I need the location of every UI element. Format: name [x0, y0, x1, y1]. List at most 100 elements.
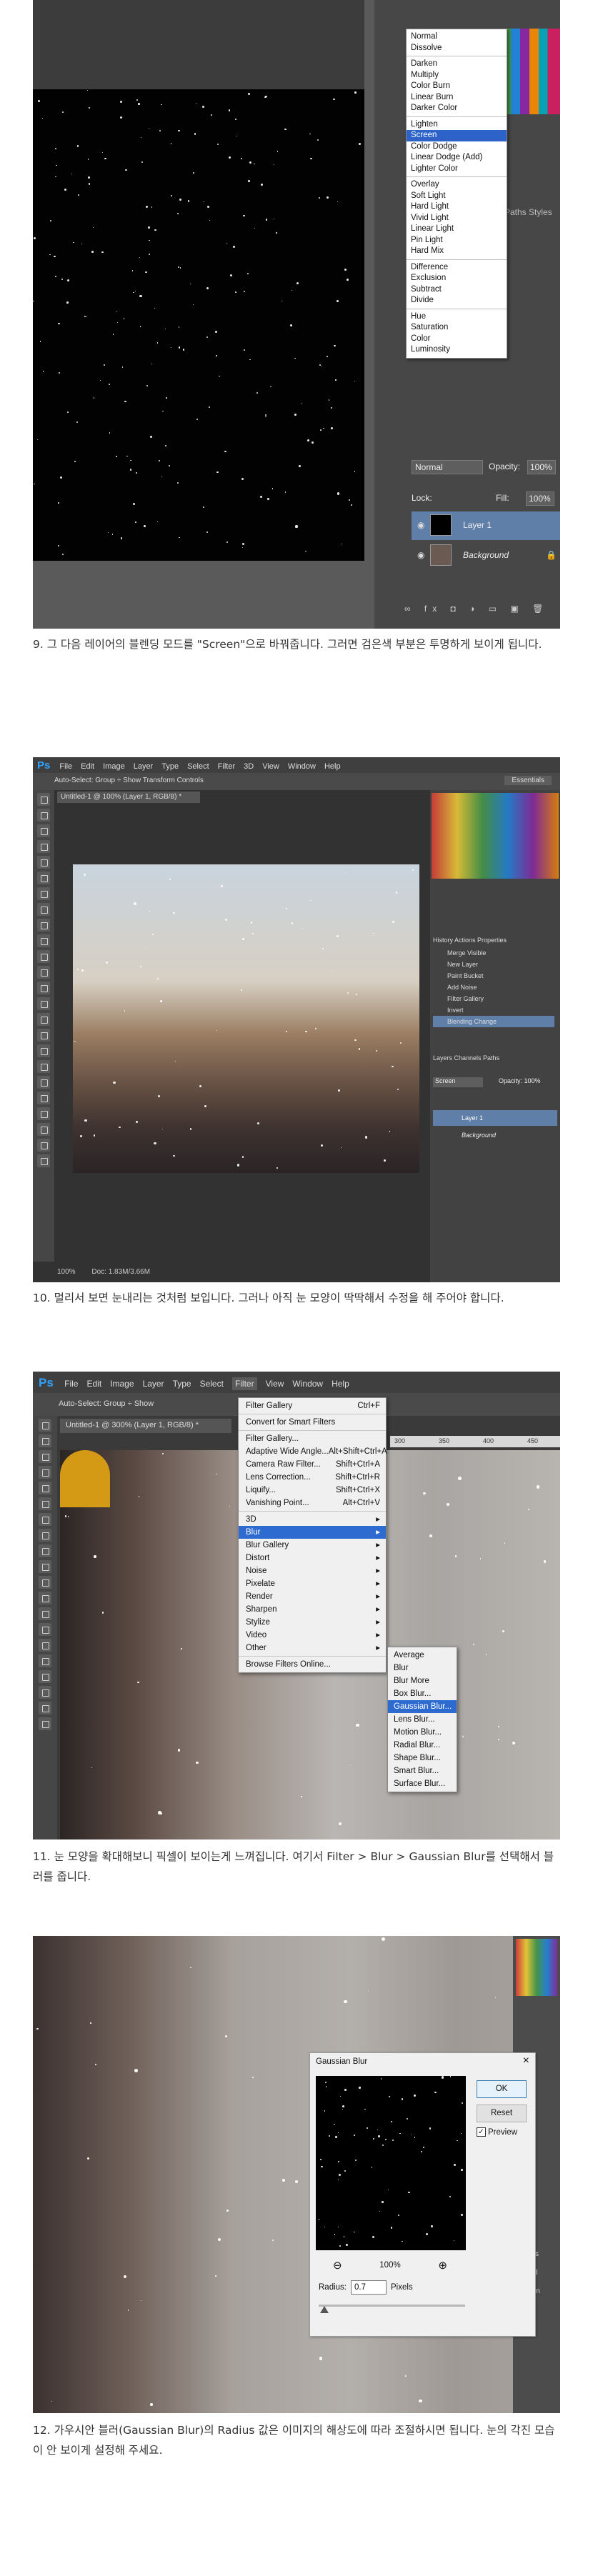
blend-mode-option[interactable]: Exclusion [407, 273, 507, 284]
filter-menu-item[interactable]: Distort ▸ [239, 1552, 386, 1564]
blur-submenu-item[interactable]: Blur More [388, 1674, 457, 1687]
tool-icon[interactable] [39, 1717, 51, 1730]
filter-menu-item[interactable]: Convert for Smart Filters [239, 1416, 386, 1429]
tool-icon[interactable] [37, 1139, 50, 1152]
tool-icon[interactable] [39, 1513, 51, 1526]
tool-icon[interactable] [37, 1154, 50, 1167]
tool-icon[interactable] [37, 1107, 50, 1120]
tool-icon[interactable] [37, 872, 50, 884]
filter-menu-item[interactable]: Browse Filters Online... [239, 1658, 386, 1671]
tool-icon[interactable] [39, 1702, 51, 1714]
blend-mode-option[interactable]: Linear Burn [407, 92, 507, 104]
tool-icon[interactable] [39, 1560, 51, 1573]
blend-mode-option[interactable]: Vivid Light [407, 213, 507, 224]
tool-icon[interactable] [37, 1013, 50, 1026]
blend-mode-option[interactable]: Normal [407, 31, 507, 43]
blend-mode-option[interactable]: Overlay [407, 179, 507, 191]
filter-menu-item[interactable]: Adaptive Wide Angle... Alt+Shift+Ctrl+A [239, 1445, 387, 1458]
history-item[interactable]: Paint Bucket [433, 970, 554, 982]
tool-icon[interactable] [37, 1092, 50, 1104]
tool-icon[interactable] [37, 982, 50, 994]
menu-item[interactable]: Select [200, 1379, 224, 1389]
filter-menu-item[interactable]: Render ▸ [239, 1590, 386, 1603]
tool-icon[interactable] [37, 950, 50, 963]
blend-mode-option[interactable]: Dissolve [407, 43, 507, 54]
history-item[interactable]: Add Noise [433, 982, 554, 993]
menu-item[interactable]: View [262, 762, 279, 771]
zoom-in-icon[interactable]: ⊕ [438, 2259, 447, 2272]
tool-icon[interactable] [37, 1076, 50, 1089]
swatches-panel[interactable] [432, 793, 559, 879]
zoom-level[interactable]: 100% [57, 1268, 76, 1276]
blend-mode-option[interactable]: Color Burn [407, 81, 507, 92]
tool-icon[interactable] [37, 1044, 50, 1057]
blend-mode-option[interactable]: Linear Dodge (Add) [407, 152, 507, 164]
menu-item[interactable]: View [266, 1379, 284, 1389]
menu-item[interactable]: Edit [81, 762, 94, 771]
tool-icon[interactable] [39, 1670, 51, 1683]
menu-item[interactable]: Window [292, 1379, 323, 1389]
layer-row-layer1[interactable]: Layer 1 [433, 1110, 557, 1126]
tool-icon[interactable] [39, 1686, 51, 1699]
tool-icon[interactable] [37, 1060, 50, 1073]
tool-icon[interactable] [37, 793, 50, 806]
radius-slider-thumb[interactable] [320, 2306, 329, 2313]
radius-input[interactable]: 0.7 [351, 2280, 387, 2295]
menu-item[interactable]: Window [288, 762, 316, 771]
fill-field[interactable]: 100% [526, 491, 554, 506]
options-text[interactable]: Auto-Select: Group ÷ Show Transform Cont… [54, 777, 204, 784]
menu-item[interactable]: Help [332, 1379, 349, 1389]
menu-item[interactable]: Type [161, 762, 179, 771]
tool-icon[interactable] [39, 1623, 51, 1636]
filter-menu-item[interactable]: Blur ▸ [239, 1526, 386, 1539]
menu-item[interactable]: Image [103, 762, 125, 771]
menu-item[interactable]: Layer [134, 762, 154, 771]
blend-mode-option[interactable]: Darken [407, 59, 507, 70]
blend-mode-option[interactable]: Pin Light [407, 235, 507, 246]
swatches-panel[interactable] [516, 1939, 557, 1996]
layer-row-background[interactable]: ◉ Background 🔒 [412, 541, 560, 570]
tool-icon[interactable] [37, 1123, 50, 1136]
blur-submenu-item[interactable]: Radial Blur... [388, 1739, 457, 1752]
filter-menu-item[interactable]: Stylize ▸ [239, 1616, 386, 1629]
history-item[interactable]: New Layer [433, 959, 554, 970]
tool-icon[interactable] [39, 1434, 51, 1447]
blend-mode-option[interactable]: Difference [407, 262, 507, 274]
blur-submenu-item[interactable]: Average [388, 1649, 457, 1662]
eye-icon[interactable]: ◉ [417, 550, 424, 560]
tool-icon[interactable] [37, 840, 50, 853]
layer-row-layer1[interactable]: ◉ Layer 1 [412, 511, 560, 540]
tool-icon[interactable] [39, 1544, 51, 1557]
filter-menu-item[interactable]: Vanishing Point... Alt+Ctrl+V [239, 1497, 386, 1509]
tool-icon[interactable] [39, 1419, 51, 1432]
blend-mode-option[interactable]: Luminosity [407, 344, 507, 356]
tool-icon[interactable] [37, 934, 50, 947]
reset-button[interactable]: Reset [477, 2105, 527, 2122]
filter-menu-item[interactable]: 3D ▸ [239, 1513, 386, 1526]
menu-item[interactable]: Help [324, 762, 341, 771]
menu-item[interactable]: Filter [218, 762, 235, 771]
filter-menu-item[interactable]: Liquify... Shift+Ctrl+X [239, 1484, 386, 1497]
blend-mode-option[interactable]: Multiply [407, 70, 507, 81]
blur-submenu-item[interactable]: Smart Blur... [388, 1764, 457, 1777]
filter-menu-item[interactable]: Camera Raw Filter... Shift+Ctrl+A [239, 1458, 386, 1471]
blur-submenu-item[interactable]: Box Blur... [388, 1687, 457, 1700]
menu-item[interactable]: Select [187, 762, 209, 771]
zoom-out-icon[interactable]: ⊖ [333, 2259, 342, 2272]
tool-icon[interactable] [37, 887, 50, 900]
tool-icon[interactable] [37, 919, 50, 932]
tool-icon[interactable] [39, 1482, 51, 1494]
blend-mode-option[interactable]: Lighter Color [407, 164, 507, 175]
filter-menu[interactable]: Filter Gallery Ctrl+F Convert for Smart Fi… [238, 1397, 387, 1673]
opacity-field[interactable]: 100% [527, 460, 556, 474]
blend-mode-select[interactable]: Normal [412, 460, 483, 474]
document-tab[interactable]: Untitled-1 @ 300% (Layer 1, RGB/8) * [60, 1419, 231, 1433]
preview-checkbox[interactable]: ✓ [477, 2127, 486, 2137]
menu-item[interactable]: Layer [143, 1379, 164, 1389]
filter-menu-item[interactable]: Filter Gallery... [239, 1432, 386, 1445]
filter-menu-item[interactable]: Sharpen ▸ [239, 1603, 386, 1616]
blend-mode-dropdown[interactable]: Normal Dissolve Darken Multiply Color Burn Li… [406, 29, 507, 359]
blur-submenu-item[interactable]: Gaussian Blur... [388, 1700, 457, 1713]
tool-icon[interactable] [39, 1450, 51, 1463]
menu-item[interactable]: Type [173, 1379, 191, 1389]
